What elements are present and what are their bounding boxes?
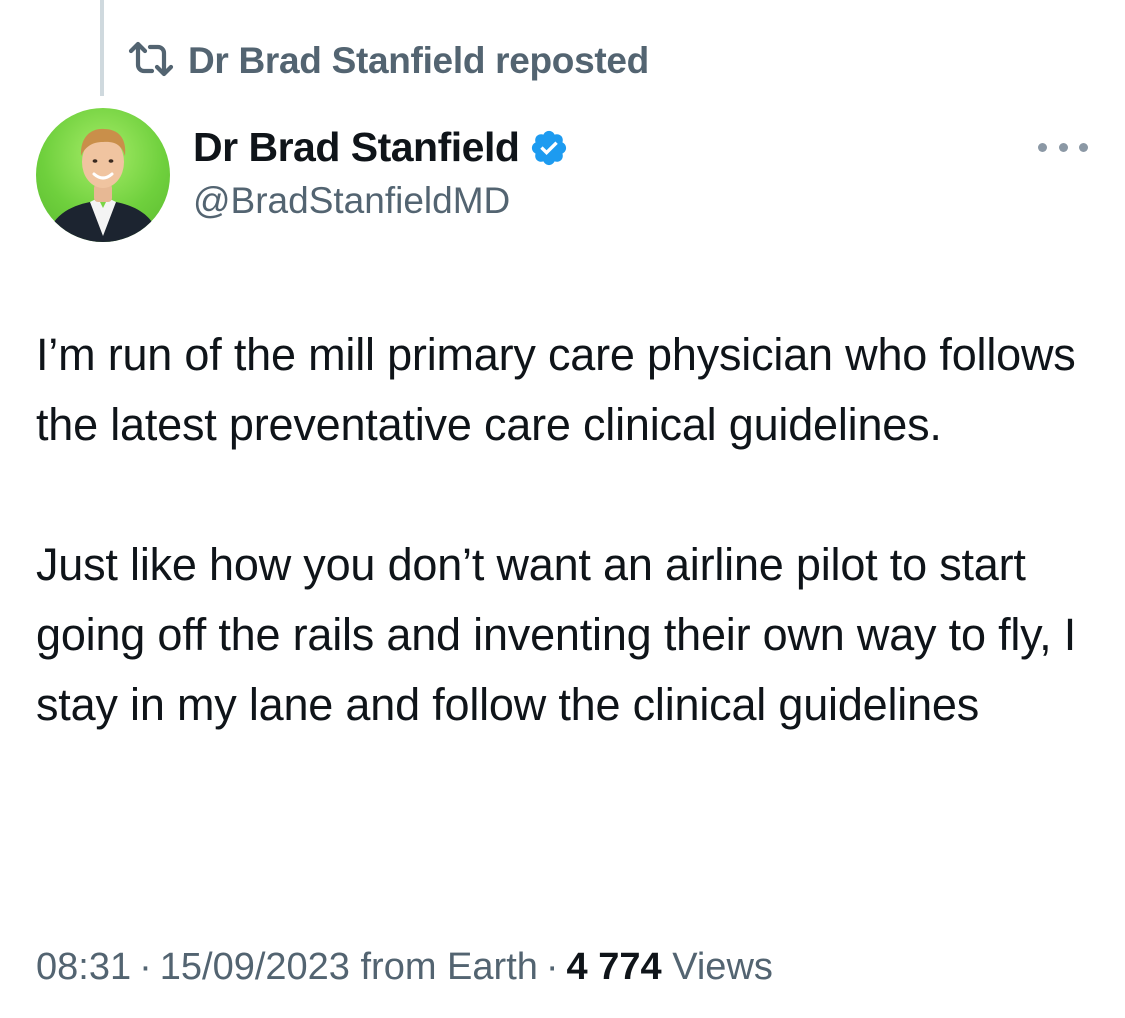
author-handle[interactable]: @BradStanfieldMD [193, 180, 510, 222]
separator: · [139, 946, 152, 988]
more-dot [1058, 142, 1068, 152]
tweet-text: I’m run of the mill primary care physici… [36, 320, 1106, 740]
more-dot [1038, 142, 1047, 152]
views-count[interactable]: 4 774 [567, 946, 662, 988]
tweet-metadata: 08:31 · 15/09/2023 from Earth · 4 774 Views [36, 946, 773, 989]
tweet-source: from Earth [360, 946, 538, 988]
more-dot [1079, 142, 1088, 152]
verified-badge-icon[interactable] [529, 128, 569, 168]
tweet-paragraph: Just like how you don’t want an airline … [36, 539, 1077, 730]
repost-indicator[interactable]: Dr Brad Stanfield reposted [128, 38, 649, 84]
tweet-paragraph: I’m run of the mill primary care physici… [36, 329, 1076, 450]
more-options-icon[interactable] [1038, 132, 1088, 162]
author-name-row[interactable]: Dr Brad Stanfield [193, 124, 569, 171]
repost-icon [128, 39, 174, 84]
separator: · [545, 946, 559, 988]
author-display-name[interactable]: Dr Brad Stanfield [193, 124, 520, 171]
avatar[interactable] [36, 108, 170, 242]
views-label: Views [672, 946, 773, 988]
repost-label: Dr Brad Stanfield reposted [188, 40, 649, 81]
tweet-date[interactable]: 15/09/2023 [160, 946, 350, 988]
thread-connector-line [100, 0, 104, 96]
tweet-time[interactable]: 08:31 [36, 946, 131, 988]
